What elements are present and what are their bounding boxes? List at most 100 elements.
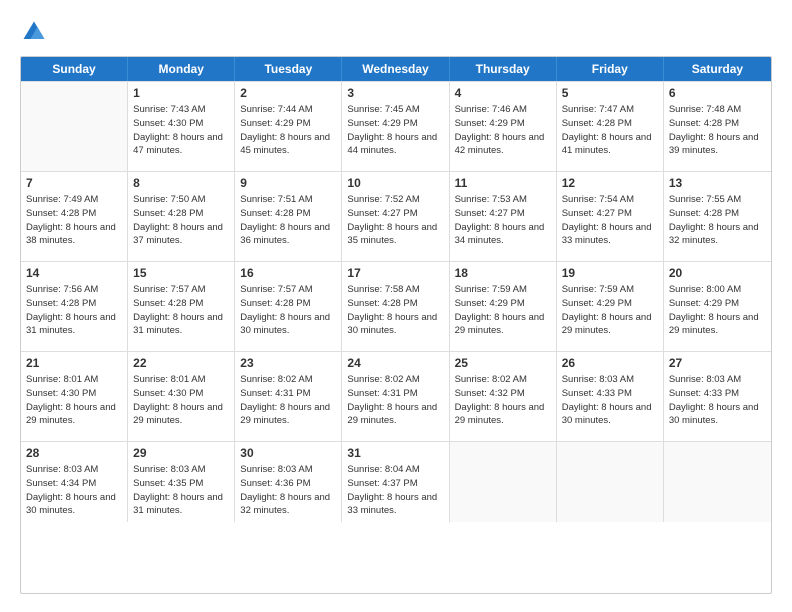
sun-info: Sunrise: 8:01 AMSunset: 4:30 PMDaylight:… <box>26 373 122 428</box>
calendar-cell: 10 Sunrise: 7:52 AMSunset: 4:27 PMDayligh… <box>342 172 449 261</box>
sun-info: Sunrise: 8:03 AMSunset: 4:35 PMDaylight:… <box>133 463 229 518</box>
day-number: 2 <box>240 86 336 100</box>
day-number: 4 <box>455 86 551 100</box>
day-number: 24 <box>347 356 443 370</box>
calendar-cell: 21 Sunrise: 8:01 AMSunset: 4:30 PMDayligh… <box>21 352 128 441</box>
calendar-cell <box>21 82 128 171</box>
day-number: 17 <box>347 266 443 280</box>
calendar: SundayMondayTuesdayWednesdayThursdayFrid… <box>20 56 772 594</box>
day-number: 27 <box>669 356 766 370</box>
sun-info: Sunrise: 7:57 AMSunset: 4:28 PMDaylight:… <box>133 283 229 338</box>
sun-info: Sunrise: 7:51 AMSunset: 4:28 PMDaylight:… <box>240 193 336 248</box>
sun-info: Sunrise: 7:55 AMSunset: 4:28 PMDaylight:… <box>669 193 766 248</box>
sun-info: Sunrise: 7:58 AMSunset: 4:28 PMDaylight:… <box>347 283 443 338</box>
calendar-cell: 24 Sunrise: 8:02 AMSunset: 4:31 PMDayligh… <box>342 352 449 441</box>
calendar-cell: 18 Sunrise: 7:59 AMSunset: 4:29 PMDayligh… <box>450 262 557 351</box>
calendar-cell: 29 Sunrise: 8:03 AMSunset: 4:35 PMDayligh… <box>128 442 235 522</box>
sun-info: Sunrise: 8:03 AMSunset: 4:34 PMDaylight:… <box>26 463 122 518</box>
calendar-header-monday: Monday <box>128 57 235 81</box>
calendar-header-sunday: Sunday <box>21 57 128 81</box>
sun-info: Sunrise: 8:00 AMSunset: 4:29 PMDaylight:… <box>669 283 766 338</box>
calendar-cell: 15 Sunrise: 7:57 AMSunset: 4:28 PMDayligh… <box>128 262 235 351</box>
sun-info: Sunrise: 7:46 AMSunset: 4:29 PMDaylight:… <box>455 103 551 158</box>
calendar-body: 1 Sunrise: 7:43 AMSunset: 4:30 PMDaylight… <box>21 81 771 522</box>
calendar-cell: 27 Sunrise: 8:03 AMSunset: 4:33 PMDayligh… <box>664 352 771 441</box>
calendar-header-friday: Friday <box>557 57 664 81</box>
calendar-week-5: 28 Sunrise: 8:03 AMSunset: 4:34 PMDayligh… <box>21 441 771 522</box>
day-number: 5 <box>562 86 658 100</box>
day-number: 7 <box>26 176 122 190</box>
day-number: 18 <box>455 266 551 280</box>
calendar-cell: 30 Sunrise: 8:03 AMSunset: 4:36 PMDayligh… <box>235 442 342 522</box>
calendar-cell: 25Sunrise: 8:02 AMSunset: 4:32 PMDayligh… <box>450 352 557 441</box>
calendar-header-saturday: Saturday <box>664 57 771 81</box>
calendar-header-wednesday: Wednesday <box>342 57 449 81</box>
sun-info: Sunrise: 7:54 AMSunset: 4:27 PMDaylight:… <box>562 193 658 248</box>
day-number: 21 <box>26 356 122 370</box>
header <box>20 18 772 46</box>
sun-info: Sunrise: 7:49 AMSunset: 4:28 PMDaylight:… <box>26 193 122 248</box>
calendar-cell: 23 Sunrise: 8:02 AMSunset: 4:31 PMDayligh… <box>235 352 342 441</box>
day-number: 30 <box>240 446 336 460</box>
calendar-cell: 9 Sunrise: 7:51 AMSunset: 4:28 PMDaylight… <box>235 172 342 261</box>
calendar-cell: 6Sunrise: 7:48 AMSunset: 4:28 PMDaylight… <box>664 82 771 171</box>
sun-info: Sunrise: 8:02 AMSunset: 4:31 PMDaylight:… <box>347 373 443 428</box>
sun-info: Sunrise: 7:59 AMSunset: 4:29 PMDaylight:… <box>455 283 551 338</box>
calendar-header-row: SundayMondayTuesdayWednesdayThursdayFrid… <box>21 57 771 81</box>
sun-info: Sunrise: 7:57 AMSunset: 4:28 PMDaylight:… <box>240 283 336 338</box>
calendar-cell: 17 Sunrise: 7:58 AMSunset: 4:28 PMDayligh… <box>342 262 449 351</box>
sun-info: Sunrise: 7:50 AMSunset: 4:28 PMDaylight:… <box>133 193 229 248</box>
day-number: 8 <box>133 176 229 190</box>
day-number: 14 <box>26 266 122 280</box>
day-number: 9 <box>240 176 336 190</box>
day-number: 15 <box>133 266 229 280</box>
sun-info: Sunrise: 7:48 AMSunset: 4:28 PMDaylight:… <box>669 103 766 158</box>
sun-info: Sunrise: 8:02 AMSunset: 4:31 PMDaylight:… <box>240 373 336 428</box>
calendar-week-3: 14 Sunrise: 7:56 AMSunset: 4:28 PMDayligh… <box>21 261 771 351</box>
calendar-cell <box>450 442 557 522</box>
sun-info: Sunrise: 8:03 AMSunset: 4:36 PMDaylight:… <box>240 463 336 518</box>
sun-info: Sunrise: 7:56 AMSunset: 4:28 PMDaylight:… <box>26 283 122 338</box>
calendar-cell: 1 Sunrise: 7:43 AMSunset: 4:30 PMDaylight… <box>128 82 235 171</box>
day-number: 28 <box>26 446 122 460</box>
logo-icon <box>20 18 48 46</box>
sun-info: Sunrise: 7:52 AMSunset: 4:27 PMDaylight:… <box>347 193 443 248</box>
sun-info: Sunrise: 7:43 AMSunset: 4:30 PMDaylight:… <box>133 103 229 158</box>
calendar-cell: 28 Sunrise: 8:03 AMSunset: 4:34 PMDayligh… <box>21 442 128 522</box>
sun-info: Sunrise: 8:03 AMSunset: 4:33 PMDaylight:… <box>562 373 658 428</box>
calendar-cell: 20Sunrise: 8:00 AMSunset: 4:29 PMDayligh… <box>664 262 771 351</box>
calendar-cell: 31 Sunrise: 8:04 AMSunset: 4:37 PMDayligh… <box>342 442 449 522</box>
sun-info: Sunrise: 8:04 AMSunset: 4:37 PMDaylight:… <box>347 463 443 518</box>
day-number: 3 <box>347 86 443 100</box>
calendar-week-2: 7 Sunrise: 7:49 AMSunset: 4:28 PMDaylight… <box>21 171 771 261</box>
day-number: 11 <box>455 176 551 190</box>
calendar-week-4: 21 Sunrise: 8:01 AMSunset: 4:30 PMDayligh… <box>21 351 771 441</box>
sun-info: Sunrise: 7:44 AMSunset: 4:29 PMDaylight:… <box>240 103 336 158</box>
calendar-cell: 11 Sunrise: 7:53 AMSunset: 4:27 PMDayligh… <box>450 172 557 261</box>
day-number: 13 <box>669 176 766 190</box>
day-number: 1 <box>133 86 229 100</box>
sun-info: Sunrise: 7:47 AMSunset: 4:28 PMDaylight:… <box>562 103 658 158</box>
day-number: 29 <box>133 446 229 460</box>
calendar-header-thursday: Thursday <box>450 57 557 81</box>
calendar-cell: 2 Sunrise: 7:44 AMSunset: 4:29 PMDaylight… <box>235 82 342 171</box>
day-number: 31 <box>347 446 443 460</box>
day-number: 10 <box>347 176 443 190</box>
sun-info: Sunrise: 8:03 AMSunset: 4:33 PMDaylight:… <box>669 373 766 428</box>
day-number: 19 <box>562 266 658 280</box>
calendar-cell: 3 Sunrise: 7:45 AMSunset: 4:29 PMDaylight… <box>342 82 449 171</box>
sun-info: Sunrise: 7:45 AMSunset: 4:29 PMDaylight:… <box>347 103 443 158</box>
sun-info: Sunrise: 8:01 AMSunset: 4:30 PMDaylight:… <box>133 373 229 428</box>
calendar-cell: 19 Sunrise: 7:59 AMSunset: 4:29 PMDayligh… <box>557 262 664 351</box>
sun-info: Sunrise: 7:59 AMSunset: 4:29 PMDaylight:… <box>562 283 658 338</box>
sun-info: Sunrise: 7:53 AMSunset: 4:27 PMDaylight:… <box>455 193 551 248</box>
calendar-cell: 16 Sunrise: 7:57 AMSunset: 4:28 PMDayligh… <box>235 262 342 351</box>
day-number: 16 <box>240 266 336 280</box>
calendar-cell <box>664 442 771 522</box>
page: SundayMondayTuesdayWednesdayThursdayFrid… <box>0 0 792 612</box>
calendar-cell: 12 Sunrise: 7:54 AMSunset: 4:27 PMDayligh… <box>557 172 664 261</box>
calendar-header-tuesday: Tuesday <box>235 57 342 81</box>
calendar-cell: 13 Sunrise: 7:55 AMSunset: 4:28 PMDayligh… <box>664 172 771 261</box>
day-number: 12 <box>562 176 658 190</box>
day-number: 23 <box>240 356 336 370</box>
